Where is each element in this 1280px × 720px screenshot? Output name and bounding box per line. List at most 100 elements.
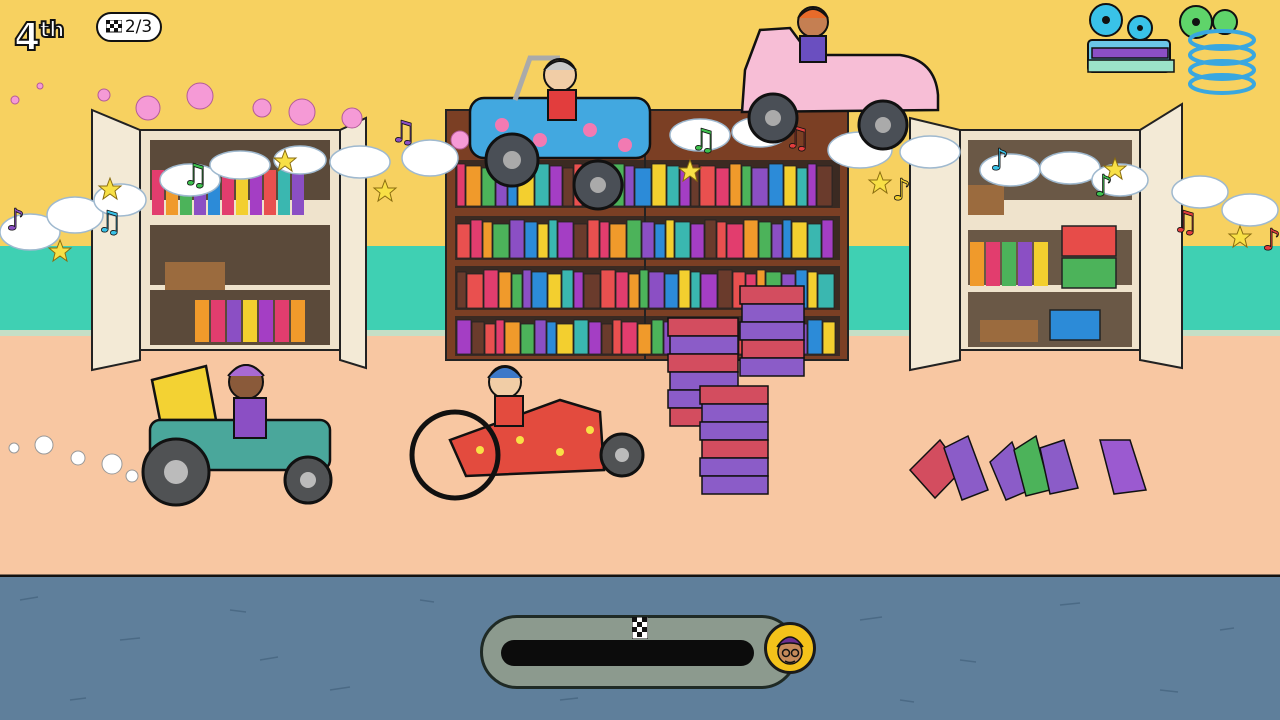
book-spine — [699, 165, 716, 207]
book-spine — [771, 223, 783, 259]
book-spine — [648, 271, 665, 309]
book-spine — [612, 319, 622, 355]
checkered-flag-icon — [632, 617, 648, 639]
book-spine — [717, 269, 733, 309]
player-avatar-icon — [764, 622, 816, 674]
book-spine — [520, 323, 535, 355]
book-spine — [587, 219, 600, 259]
book-spine — [465, 165, 482, 207]
svg-text:♫: ♫ — [690, 123, 717, 158]
book-spine — [466, 273, 484, 309]
book-spine — [665, 219, 675, 259]
book-spine — [664, 273, 679, 309]
svg-text:♪: ♪ — [892, 173, 911, 208]
book-spine — [700, 273, 718, 309]
book-spine — [456, 163, 466, 207]
book-spine — [822, 321, 836, 355]
game-scene: ♫ ♫ ♪ ♫ ♫ ♫ ♪ ♪ ♪ ♫ ♪ — [0, 0, 1280, 720]
book-spine — [573, 271, 584, 309]
book-spine — [511, 273, 523, 309]
svg-text:♪: ♪ — [1094, 169, 1113, 204]
book-spine — [758, 221, 772, 259]
book-spine — [807, 223, 822, 259]
book-spine — [626, 219, 642, 259]
book-spine — [628, 273, 640, 309]
book-spine — [666, 165, 680, 207]
book-spine — [634, 167, 652, 207]
book-spine — [624, 165, 635, 207]
book-spine — [743, 219, 759, 259]
svg-text:♫: ♫ — [182, 158, 209, 193]
book-spine — [817, 273, 835, 309]
book-spine — [583, 273, 601, 309]
book-spine — [782, 219, 792, 259]
book-spine — [609, 223, 627, 259]
book-spine — [807, 271, 818, 309]
book-spine — [556, 323, 574, 355]
checkered-flag-icon — [105, 20, 122, 33]
book-spine — [651, 319, 664, 355]
book-spine — [492, 223, 510, 259]
book-spine — [549, 165, 563, 207]
book-spine — [783, 165, 797, 207]
position-suffix: th — [38, 18, 65, 43]
book-spine — [537, 223, 549, 259]
svg-text:♪: ♪ — [1262, 223, 1280, 258]
book-spine — [547, 273, 562, 309]
book-spine — [690, 271, 701, 309]
race-progress-fill — [501, 640, 754, 666]
book-spine — [561, 269, 574, 309]
book-spine — [600, 269, 616, 309]
book-spine — [821, 219, 834, 259]
book-spine — [674, 221, 691, 259]
book-spine — [548, 219, 558, 259]
book-spine — [807, 163, 817, 207]
book-spine — [678, 269, 691, 309]
book-spine — [531, 271, 548, 309]
book-spine — [509, 219, 525, 259]
book-spine — [716, 221, 727, 259]
book-spine — [768, 163, 784, 207]
svg-text:♫: ♫ — [96, 205, 123, 240]
lap-text: 2/3 — [124, 17, 153, 37]
book-spine — [791, 221, 808, 259]
book-spine — [524, 221, 538, 259]
left-cabinet — [91, 108, 367, 372]
book-spine — [704, 219, 717, 259]
book-spine — [639, 269, 649, 309]
book-spine — [726, 223, 744, 259]
book-spine — [741, 165, 752, 207]
book-spine — [471, 321, 485, 355]
book-spine — [546, 321, 557, 355]
book-spine — [751, 167, 769, 207]
svg-text:♫: ♫ — [1172, 205, 1199, 240]
book-spine — [615, 271, 629, 309]
position-number: 4 — [13, 15, 42, 59]
book-spine — [495, 319, 505, 355]
lap-counter: 2/3 — [96, 12, 162, 42]
book-spine — [690, 223, 705, 259]
book-spine — [557, 221, 574, 259]
book-spine — [588, 321, 602, 355]
book-spine — [796, 167, 808, 207]
book-spine — [562, 167, 574, 207]
book-spine — [729, 163, 742, 207]
svg-text:♪: ♪ — [6, 203, 25, 238]
book-spine — [601, 323, 613, 355]
book-spine — [651, 163, 667, 207]
book-spine — [807, 319, 823, 355]
book-spine — [456, 223, 471, 259]
book-spine — [534, 319, 547, 355]
book-spine — [641, 221, 655, 259]
race-position: 4th — [13, 15, 66, 59]
svg-text:♫: ♫ — [390, 115, 417, 150]
book-spine — [522, 269, 532, 309]
book-spine — [498, 271, 512, 309]
book-spine — [470, 219, 483, 259]
book-spine — [573, 223, 588, 259]
book-spine — [456, 271, 467, 309]
book-spine — [483, 269, 499, 309]
book-spine — [621, 321, 638, 355]
book-spine — [456, 319, 472, 355]
book-spine — [482, 221, 493, 259]
